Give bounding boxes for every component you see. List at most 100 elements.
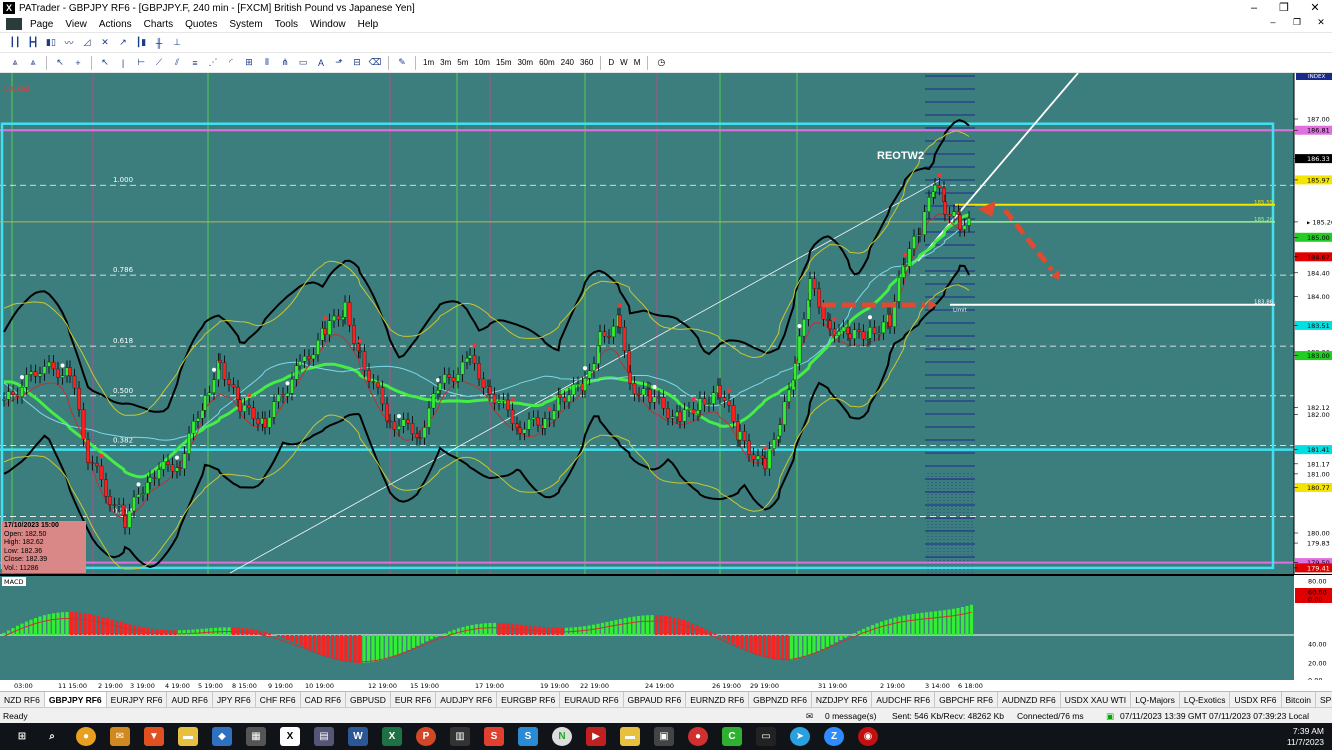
period-weekly[interactable]: W: [617, 58, 631, 67]
bar-chart-icon[interactable]: ┃┃: [8, 36, 22, 50]
mdi-close-button[interactable]: ✕: [1310, 17, 1332, 28]
symbol-tab[interactable]: CAD RF6: [301, 692, 346, 707]
alert-icon[interactable]: ⩓: [26, 56, 40, 70]
menu-quotes[interactable]: Quotes: [179, 19, 223, 30]
arrow-icon[interactable]: ⬏: [332, 56, 346, 70]
symbol-tab[interactable]: EURAUD RF6: [560, 692, 624, 707]
menu-tools[interactable]: Tools: [269, 19, 304, 30]
fit-chart-icon[interactable]: ⊥: [170, 36, 184, 50]
powerpoint-icon[interactable]: P: [416, 727, 436, 746]
price-label-icon[interactable]: ⊟: [350, 56, 364, 70]
timeframe-5m[interactable]: 5m: [454, 58, 471, 67]
fibonacci-icon[interactable]: ≡: [188, 56, 202, 70]
zoom-in-icon[interactable]: ↗: [116, 36, 130, 50]
cursor-icon[interactable]: ↖: [98, 56, 112, 70]
symbol-tab[interactable]: EURJPY RF6: [107, 692, 168, 707]
symbol-tab[interactable]: GBPJPY RF6: [44, 692, 107, 707]
patrader-icon[interactable]: X: [280, 727, 300, 746]
period-monthly[interactable]: M: [631, 58, 644, 67]
symbol-tab[interactable]: EURGBP RF6: [497, 692, 561, 707]
pitchfork-icon[interactable]: ⋔: [278, 56, 292, 70]
channel-icon[interactable]: ⫽: [170, 56, 184, 70]
symbol-tab[interactable]: Bitcoin: [1282, 692, 1317, 707]
maximize-button[interactable]: ❐: [1267, 0, 1301, 16]
symbol-tab[interactable]: GBPNZD RF6: [749, 692, 812, 707]
fib-fan-icon[interactable]: ⋰: [206, 56, 220, 70]
app-icon-1[interactable]: ◆: [212, 727, 232, 746]
app-icon-5[interactable]: S: [484, 727, 504, 746]
timeframe-3m[interactable]: 3m: [437, 58, 454, 67]
buy-sell-icon[interactable]: ⩓: [8, 56, 22, 70]
cycle-icon[interactable]: ⦀: [260, 56, 274, 70]
folder-icon[interactable]: ▬: [620, 727, 640, 746]
clock-icon[interactable]: ◷: [654, 56, 668, 70]
symbol-tab[interactable]: EURNZD RF6: [686, 692, 750, 707]
symbol-tab[interactable]: EUR RF6: [391, 692, 437, 707]
symbol-tab[interactable]: USDX RF6: [1230, 692, 1282, 707]
app-icon-6[interactable]: N: [552, 727, 572, 746]
messages-icon[interactable]: ✉: [806, 711, 813, 722]
chrome-icon[interactable]: ●: [76, 727, 96, 746]
app-icon-9[interactable]: ●: [688, 727, 708, 746]
symbol-tab[interactable]: NZD RF6: [0, 692, 45, 707]
menu-system[interactable]: System: [223, 19, 268, 30]
app-icon-3[interactable]: ▤: [314, 727, 334, 746]
timeframe-10m[interactable]: 10m: [471, 58, 493, 67]
menu-page[interactable]: Page: [24, 19, 59, 30]
word-icon[interactable]: W: [348, 727, 368, 746]
app-icon-10[interactable]: C: [722, 727, 742, 746]
close-button[interactable]: ✕: [1298, 0, 1332, 16]
symbol-tab[interactable]: AUDNZD RF6: [998, 692, 1061, 707]
taskbar-clock[interactable]: 7:39 AM 11/7/2023: [1287, 726, 1324, 748]
symbol-tab[interactable]: LQ-Exotics: [1180, 692, 1231, 707]
candle-chart-icon[interactable]: ▮▯: [44, 36, 58, 50]
volume-icon[interactable]: ╫: [152, 36, 166, 50]
trend-line-icon[interactable]: ⟋: [152, 56, 166, 70]
symbol-tab[interactable]: NZDJPY RF6: [812, 692, 873, 707]
minimize-button[interactable]: –: [1237, 0, 1271, 16]
chart-canvas[interactable]: 1.0000.7860.6180.5000.3820.214185.55185.…: [0, 73, 1332, 690]
pencil-icon[interactable]: ✎: [395, 56, 409, 70]
symbol-tab[interactable]: LQ-Majors: [1131, 692, 1180, 707]
excel-icon[interactable]: X: [382, 727, 402, 746]
symbol-tab[interactable]: SP500: [1316, 692, 1332, 707]
vertical-line-icon[interactable]: |: [116, 56, 130, 70]
horizontal-line-icon[interactable]: ⊢: [134, 56, 148, 70]
skype-icon[interactable]: S: [518, 727, 538, 746]
brave-icon[interactable]: ▼: [144, 727, 164, 746]
menu-charts[interactable]: Charts: [138, 19, 179, 30]
menu-help[interactable]: Help: [352, 19, 385, 30]
symbol-tab[interactable]: GBPAUD RF6: [624, 692, 687, 707]
zoom-icon[interactable]: Z: [824, 727, 844, 746]
menu-actions[interactable]: Actions: [93, 19, 138, 30]
timeframe-240[interactable]: 240: [558, 58, 577, 67]
symbol-tab[interactable]: GBPUSD: [346, 692, 391, 707]
fib-arc-icon[interactable]: ◜: [224, 56, 238, 70]
menu-view[interactable]: View: [59, 19, 93, 30]
symbol-tab[interactable]: AUDCHF RF6: [872, 692, 936, 707]
period-daily[interactable]: D: [605, 58, 617, 67]
app-icon-2[interactable]: ▦: [246, 727, 266, 746]
symbol-tab[interactable]: USDX XAU WTI: [1061, 692, 1132, 707]
ohlc-chart-icon[interactable]: ┣┫: [26, 36, 40, 50]
app-icon-12[interactable]: ◉: [858, 727, 878, 746]
point-figure-icon[interactable]: ✕: [98, 36, 112, 50]
app-icon-11[interactable]: ▭: [756, 727, 776, 746]
rectangle-icon[interactable]: ▭: [296, 56, 310, 70]
text-icon[interactable]: A: [314, 56, 328, 70]
symbol-tab[interactable]: CHF RF6: [256, 692, 301, 707]
timeframe-1m[interactable]: 1m: [420, 58, 437, 67]
timeframe-360[interactable]: 360: [577, 58, 596, 67]
menu-window[interactable]: Window: [304, 19, 352, 30]
delete-objects-icon[interactable]: ⌫: [368, 56, 382, 70]
gann-icon[interactable]: ⊞: [242, 56, 256, 70]
file-explorer-icon[interactable]: ▬: [178, 727, 198, 746]
app-icon-7[interactable]: ▶: [586, 727, 606, 746]
search-icon[interactable]: ⌕: [42, 727, 62, 746]
indicator-icon[interactable]: ┃▮: [134, 36, 148, 50]
telegram-icon[interactable]: ➤: [790, 727, 810, 746]
crosshair-icon[interactable]: +: [71, 56, 85, 70]
area-chart-icon[interactable]: ◿: [80, 36, 94, 50]
app-icon-4[interactable]: ▥: [450, 727, 470, 746]
timeframe-15m[interactable]: 15m: [493, 58, 515, 67]
